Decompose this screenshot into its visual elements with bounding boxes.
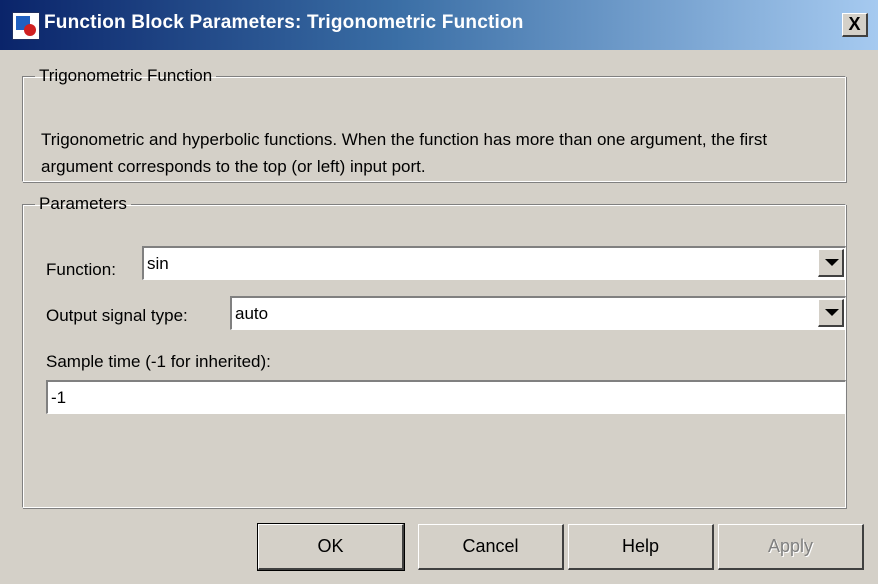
function-dropdown[interactable]: sin [142,246,846,280]
window-title: Function Block Parameters: Trigonometric… [44,12,524,33]
sample-time-input[interactable]: -1 [46,380,846,414]
block-description-legend: Trigonometric Function [39,66,213,85]
cancel-button[interactable]: Cancel [418,524,564,570]
apply-button[interactable]: Apply [718,524,864,570]
output-signal-type-label: Output signal type: [46,306,188,325]
function-value: sin [147,254,169,273]
parameters-group: Parameters [22,194,846,508]
chevron-down-icon[interactable] [818,299,844,327]
parameters-legend: Parameters [39,194,127,213]
block-description-group: Trigonometric Function Trigonometric and… [22,66,846,182]
title-bar[interactable]: Function Block Parameters: Trigonometric… [0,0,878,50]
output-signal-type-dropdown[interactable]: auto [230,296,846,330]
block-description-text: Trigonometric and hyperbolic functions. … [41,130,768,176]
ok-button[interactable]: OK [257,523,405,571]
output-signal-type-value: auto [235,304,269,323]
close-button[interactable]: X [842,13,868,37]
help-button[interactable]: Help [568,524,714,570]
simulink-block-icon [12,12,40,40]
chevron-down-icon[interactable] [818,249,844,277]
function-label: Function: [46,260,116,279]
sample-time-label: Sample time (-1 for inherited): [46,352,271,371]
